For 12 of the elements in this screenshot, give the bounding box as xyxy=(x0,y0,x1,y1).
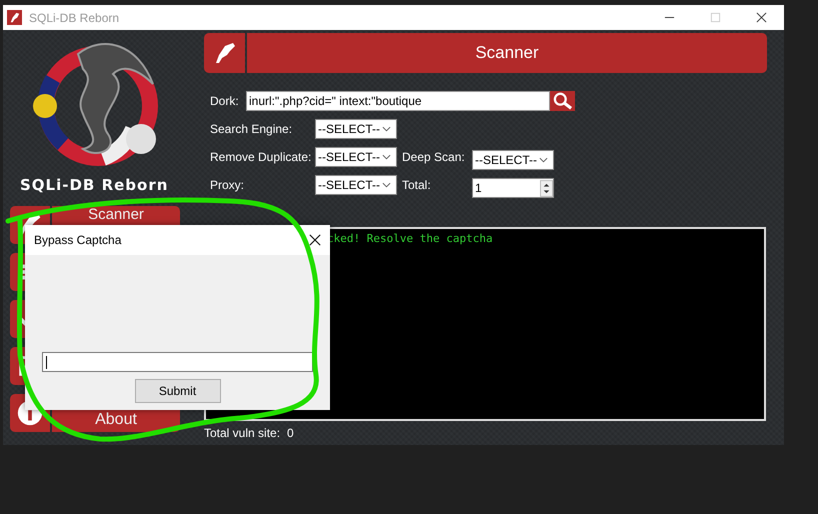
field-label: Total: xyxy=(402,178,432,192)
window-title: SQLi-DB Reborn xyxy=(29,10,120,24)
field-label: Dork: xyxy=(210,94,240,108)
field-label: Proxy: xyxy=(210,178,246,192)
field-label: Remove Duplicate: xyxy=(210,150,312,164)
field-label: Search Engine: xyxy=(210,122,294,136)
header-title: Scanner xyxy=(247,33,767,73)
total-label: Total vuln site: xyxy=(204,426,280,440)
dialog-title: Bypass Captcha xyxy=(34,233,122,247)
app-logo-text: SQLi-DB Reborn xyxy=(20,176,168,194)
total-value: 0 xyxy=(287,426,294,440)
field-label: Deep Scan: xyxy=(402,150,466,164)
